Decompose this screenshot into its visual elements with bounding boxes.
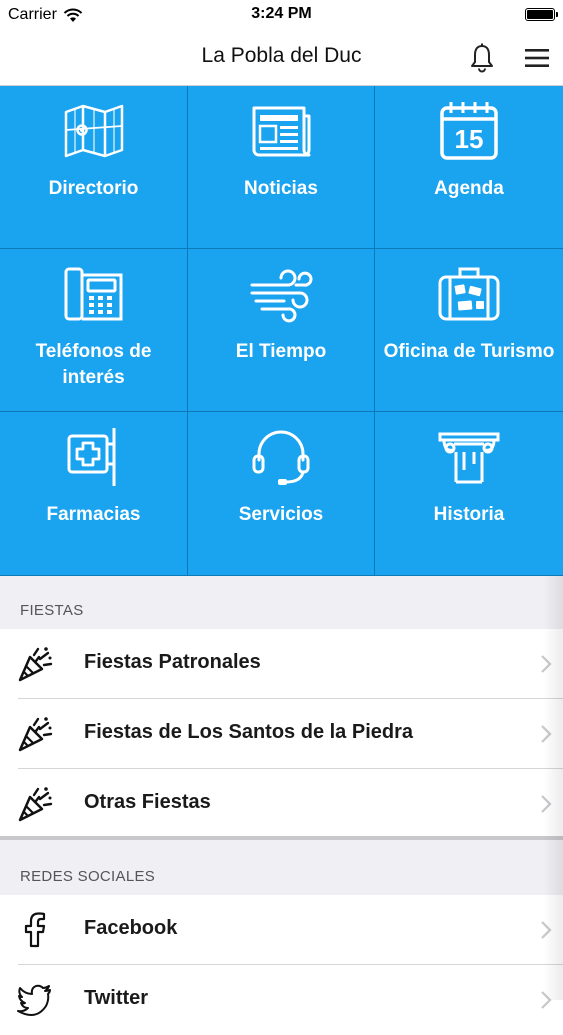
chevron-right-icon xyxy=(541,795,552,813)
nav-bar: La Pobla del Duc xyxy=(0,30,563,86)
list-item-label: Facebook xyxy=(84,917,178,939)
tile-historia[interactable]: Historia xyxy=(375,412,563,576)
tile-label: Agenda xyxy=(434,178,504,199)
newspaper-icon xyxy=(252,106,311,157)
chevron-right-icon xyxy=(541,725,552,743)
tile-el-tiempo[interactable]: El Tiempo xyxy=(188,249,375,412)
tile-label: Historia xyxy=(433,504,505,525)
list-item-fiestas-santos-piedra[interactable]: Fiestas de Los Santos de la Piedra xyxy=(0,699,563,769)
party-popper-icon xyxy=(18,647,53,682)
tile-label: Noticias xyxy=(244,178,318,199)
bell-icon[interactable] xyxy=(466,42,498,74)
list-item-fiestas-patronales[interactable]: Fiestas Patronales xyxy=(0,629,563,699)
tile-farmacias[interactable]: Farmacias xyxy=(0,412,188,576)
calendar-day-number: 15 xyxy=(455,124,484,154)
tile-label: Servicios xyxy=(238,504,324,525)
tile-servicios[interactable]: Servicios xyxy=(188,412,375,576)
list-item-twitter[interactable]: Twitter xyxy=(0,965,563,1035)
chevron-right-icon xyxy=(541,921,552,939)
status-time: 3:24 PM xyxy=(251,5,312,22)
section-header-redes-sociales: REDES SOCIALES xyxy=(0,840,563,895)
tile-oficina-turismo[interactable]: Oficina de Turismo xyxy=(375,249,563,412)
list-item-label: Twitter xyxy=(84,987,149,1009)
main-menu-grid: Directorio Noticias 15 Agenda Teléfonos … xyxy=(0,86,563,576)
party-popper-icon xyxy=(18,787,53,822)
section-header-fiestas: FIESTAS xyxy=(0,576,563,629)
map-icon xyxy=(64,104,123,158)
tile-label: Teléfonos de interés xyxy=(35,341,152,388)
suitcase-icon xyxy=(438,267,500,321)
tile-noticias[interactable]: Noticias xyxy=(188,86,375,249)
chevron-right-icon xyxy=(541,991,552,1009)
wind-icon xyxy=(250,269,313,323)
headset-icon xyxy=(252,430,310,485)
phone-icon xyxy=(64,267,122,321)
tile-label: El Tiempo xyxy=(235,341,327,362)
list-item-label: Fiestas Patronales xyxy=(84,651,261,673)
column-icon xyxy=(438,432,500,484)
list-item-otras-fiestas[interactable]: Otras Fiestas xyxy=(0,769,563,836)
twitter-icon xyxy=(17,984,51,1016)
party-popper-icon xyxy=(18,717,53,752)
tile-label: Farmacias xyxy=(46,504,141,525)
battery-icon xyxy=(525,8,558,21)
hamburger-menu-icon[interactable] xyxy=(522,44,552,72)
tile-telefonos[interactable]: Teléfonos de interés xyxy=(0,249,188,412)
list-item-facebook[interactable]: Facebook xyxy=(0,895,563,965)
calendar-icon: 15 xyxy=(440,102,498,160)
tile-agenda[interactable]: 15 Agenda xyxy=(375,86,563,249)
facebook-icon xyxy=(24,912,46,948)
tile-label: Oficina de Turismo xyxy=(383,341,555,362)
list-item-label: Otras Fiestas xyxy=(84,791,211,813)
status-bar: Carrier 3:24 PM xyxy=(0,0,563,30)
chevron-right-icon xyxy=(541,655,552,673)
tile-label: Directorio xyxy=(48,178,139,199)
list-item-label: Fiestas de Los Santos de la Piedra xyxy=(84,721,414,743)
tile-directorio[interactable]: Directorio xyxy=(0,86,188,249)
pharmacy-sign-icon xyxy=(67,428,115,486)
